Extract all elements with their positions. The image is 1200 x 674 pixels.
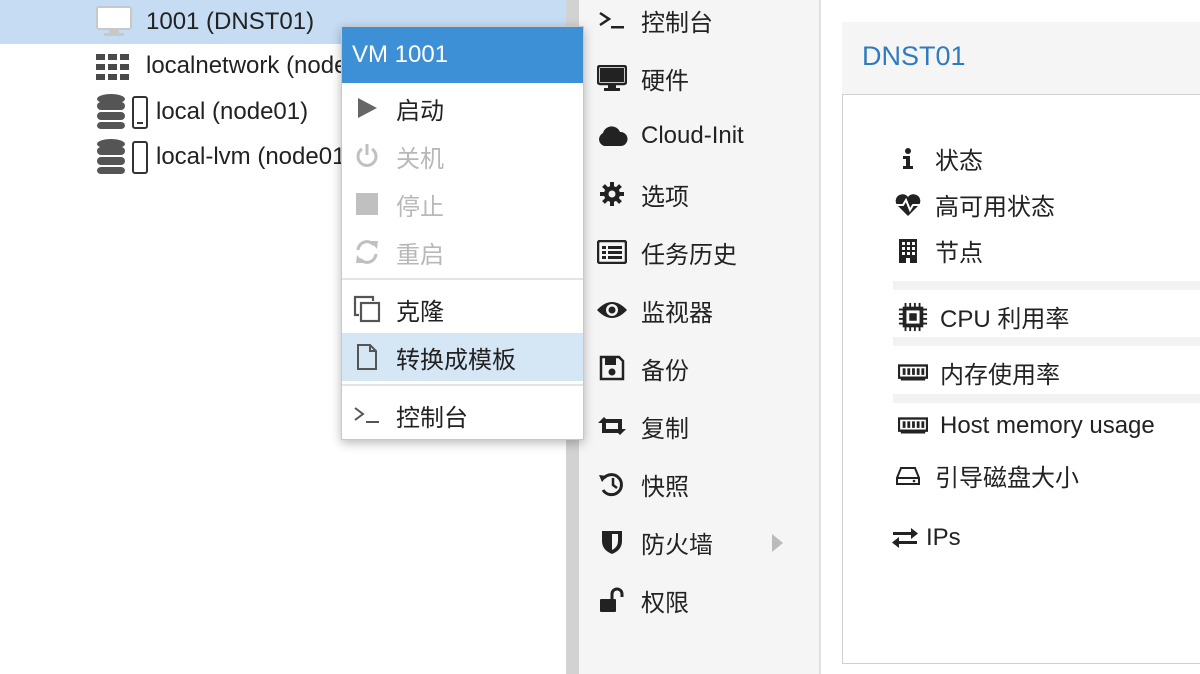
exchange-icon (890, 527, 920, 549)
boot-disk-row: 引导磁盘大小 (893, 458, 1079, 493)
cpu-usage-row: CPU 利用率 (898, 299, 1069, 334)
cloud-icon (595, 125, 629, 147)
eye-icon (595, 300, 629, 320)
cpu-usage-label: CPU 利用率 (940, 306, 1070, 333)
building-icon (893, 238, 923, 264)
ips-row: IPs (890, 524, 961, 552)
nav-item-hardware[interactable]: 硬件 (579, 50, 819, 106)
context-menu-title: VM 1001 (342, 27, 583, 83)
menu-item-shutdown[interactable]: 关机 (342, 132, 583, 180)
unlock-icon (595, 587, 629, 613)
play-icon (352, 96, 382, 120)
menu-item-label: 关机 (396, 145, 444, 173)
panel-title: DNST01 (862, 41, 966, 71)
stop-icon (352, 192, 382, 216)
refresh-icon (352, 239, 382, 265)
cpu-icon (898, 301, 928, 333)
boot-disk-label: 引导磁盘大小 (935, 465, 1079, 492)
memory-usage-row: 内存使用率 (898, 355, 1060, 390)
monitor-icon (595, 65, 629, 91)
nav-item-label: 监视器 (641, 299, 713, 327)
nav-item-permissions[interactable]: 权限 (579, 572, 819, 628)
nav-item-label: 权限 (641, 589, 689, 617)
node-row: 节点 (893, 233, 983, 268)
vm-nav-menu: 控制台 硬件 Cloud-Init 选项 任务历史 监视器 备份 复制 快照 防… (579, 0, 819, 674)
section-divider (893, 337, 1200, 346)
clone-icon (352, 295, 382, 323)
heartbeat-icon (893, 193, 923, 217)
storage-icon (96, 94, 150, 137)
vm-icon (96, 6, 132, 45)
nav-item-monitor[interactable]: 监视器 (579, 282, 819, 338)
nav-item-label: 硬件 (641, 67, 689, 95)
host-memory-label: Host memory usage (940, 412, 1155, 439)
network-grid-icon (96, 54, 130, 87)
nav-item-cloud-init[interactable]: Cloud-Init (579, 108, 819, 164)
memory-icon (898, 417, 928, 435)
nav-item-options[interactable]: 选项 (579, 166, 819, 222)
menu-item-label: 停止 (396, 193, 444, 221)
history-icon (595, 471, 629, 497)
ips-label: IPs (926, 524, 961, 551)
nav-item-backup[interactable]: 备份 (579, 340, 819, 396)
section-divider (893, 281, 1200, 290)
status-label: 状态 (935, 148, 983, 175)
nav-item-label: 控制台 (641, 9, 713, 37)
tree-item-label: 1001 (DNST01) (146, 8, 315, 35)
list-icon (595, 240, 629, 264)
retweet-icon (595, 415, 629, 437)
section-divider (893, 394, 1200, 403)
floppy-icon (595, 355, 629, 381)
menu-item-start[interactable]: 启动 (342, 84, 583, 132)
nav-item-firewall[interactable]: 防火墙 (579, 514, 819, 570)
menu-item-label: 重启 (396, 241, 444, 269)
memory-icon (898, 363, 928, 382)
menu-item-label: 启动 (396, 97, 444, 125)
tree-item-label: local (node01) (156, 98, 309, 125)
gear-icon (595, 181, 629, 207)
info-icon (893, 147, 923, 171)
memory-usage-label: 内存使用率 (940, 362, 1060, 389)
nav-item-console[interactable]: 控制台 (579, 0, 819, 48)
host-memory-row: Host memory usage (898, 412, 1155, 440)
menu-separator (342, 384, 583, 386)
menu-item-convert-to-template[interactable]: 转换成模板 (342, 333, 583, 381)
terminal-icon (352, 405, 382, 425)
nav-item-snapshot[interactable]: 快照 (579, 456, 819, 512)
nav-item-label: Cloud-Init (641, 122, 744, 149)
nav-item-label: 复制 (641, 415, 689, 443)
nav-item-label: 备份 (641, 357, 689, 385)
nav-item-label: 快照 (641, 473, 689, 501)
nav-item-replication[interactable]: 复制 (579, 398, 819, 454)
menu-item-reboot[interactable]: 重启 (342, 228, 583, 276)
menu-item-label: 控制台 (396, 404, 468, 432)
divider (819, 0, 821, 674)
menu-item-console[interactable]: 控制台 (342, 391, 583, 439)
power-icon (352, 143, 382, 169)
node-label: 节点 (935, 240, 983, 267)
menu-item-label: 克隆 (396, 298, 444, 326)
nav-item-label: 防火墙 (641, 531, 713, 559)
submenu-arrow-icon (772, 534, 783, 552)
menu-separator (342, 278, 583, 280)
ha-status-row: 高可用状态 (893, 187, 1055, 222)
menu-item-stop[interactable]: 停止 (342, 180, 583, 228)
file-icon (352, 343, 382, 371)
nav-item-label: 选项 (641, 183, 689, 211)
vm-context-menu: VM 1001 启动 关机 停止 重启 克隆 转换成模板 控制台 (341, 26, 584, 440)
nav-item-task-history[interactable]: 任务历史 (579, 224, 819, 280)
menu-item-label: 转换成模板 (396, 346, 516, 374)
tree-item-label: local-lvm (node01) (156, 143, 354, 170)
storage-icon (96, 139, 150, 182)
nav-item-label: 任务历史 (641, 241, 737, 269)
ha-status-label: 高可用状态 (935, 194, 1055, 221)
shield-icon (595, 529, 629, 555)
menu-item-clone[interactable]: 克隆 (342, 285, 583, 333)
hdd-icon (893, 466, 923, 486)
terminal-icon (595, 10, 629, 30)
status-row: 状态 (893, 141, 983, 176)
panel-header: DNST01 (842, 22, 1200, 95)
